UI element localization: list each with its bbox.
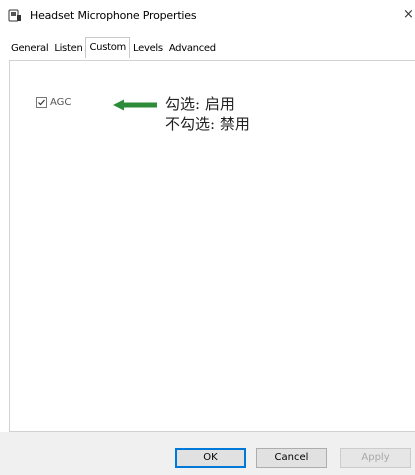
close-icon[interactable]: × (403, 6, 415, 24)
tab-listen[interactable]: Listen (51, 40, 85, 57)
tab-custom[interactable]: Custom (85, 37, 130, 58)
checkmark-icon (38, 99, 45, 106)
cancel-button[interactable]: Cancel (256, 448, 327, 468)
microphone-icon (8, 9, 21, 22)
agc-checkbox[interactable] (36, 97, 47, 108)
agc-annotation: 勾选: 启用 不勾选: 禁用 (165, 94, 250, 134)
apply-button[interactable]: Apply (340, 448, 411, 468)
agc-label: AGC (50, 97, 72, 108)
tab-strip: General Listen Custom Levels Advanced (8, 37, 219, 60)
tab-general[interactable]: General (8, 40, 51, 57)
arrow-left-icon (113, 99, 157, 111)
tab-levels[interactable]: Levels (130, 40, 166, 57)
annotation-unchecked-text: 不勾选: 禁用 (165, 115, 250, 133)
custom-tab-panel: AGC 勾选: 启用 不勾选: 禁用 (9, 60, 415, 432)
agc-checkbox-row[interactable]: AGC (36, 97, 71, 108)
ok-button[interactable]: OK (175, 448, 246, 468)
title-bar[interactable]: Headset Microphone Properties × (0, 0, 415, 32)
dialog-footer: OK Cancel Apply (0, 432, 415, 475)
window-title: Headset Microphone Properties (30, 9, 197, 22)
tab-advanced[interactable]: Advanced (166, 40, 219, 57)
properties-window: Headset Microphone Properties × General … (0, 0, 415, 475)
annotation-checked-text: 勾选: 启用 (165, 95, 235, 113)
